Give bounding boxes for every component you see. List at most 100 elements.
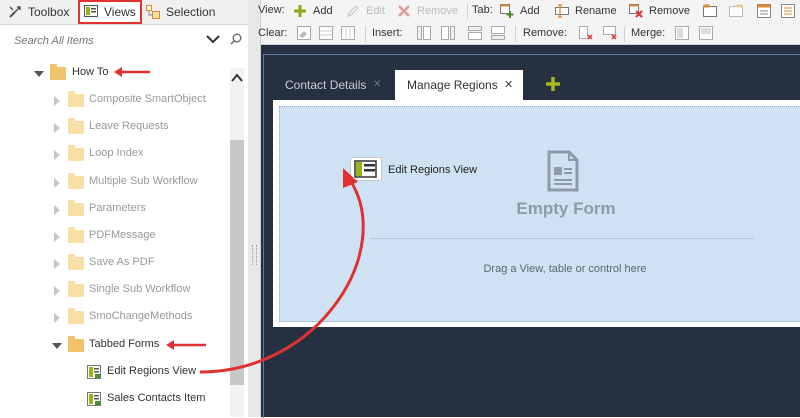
folder-icon: [68, 336, 84, 352]
tab-selection[interactable]: Selection: [144, 2, 216, 22]
merge-group-label: Merge:: [631, 27, 666, 39]
remove-tab-icon: [629, 4, 643, 18]
insert-group-label: Insert:: [372, 27, 403, 39]
view-icon: [350, 157, 382, 181]
tree-item-leave-requests[interactable]: Leave Requests: [0, 117, 230, 139]
folder-icon: [68, 254, 84, 270]
expand-toggle[interactable]: [54, 123, 60, 133]
tree-item-sales-contacts-item[interactable]: Sales Contacts Item: [0, 389, 230, 411]
scroll-thumb[interactable]: [230, 140, 244, 385]
merge-right-icon[interactable]: [675, 26, 689, 40]
folder-icon: [68, 118, 84, 134]
merge-down-icon[interactable]: [699, 26, 713, 40]
chevron-up-icon[interactable]: [230, 72, 244, 84]
tab-toolbox[interactable]: Toolbox: [6, 2, 72, 22]
toolbar-divider: [515, 26, 516, 42]
tree-item-multiple-sub-workflow[interactable]: Multiple Sub Workflow: [0, 172, 230, 194]
view-edit-button[interactable]: Edit: [346, 2, 386, 20]
tab-toolbox-label: Toolbox: [28, 5, 70, 19]
tree-item-label: Tabbed Forms: [89, 338, 160, 350]
panel-splitter[interactable]: [248, 0, 261, 417]
left-panel: Toolbox Views Selection Search All Items…: [0, 0, 249, 417]
search-icon[interactable]: [230, 33, 242, 45]
add-tab-icon: [500, 4, 514, 18]
expand-toggle[interactable]: [34, 71, 44, 77]
tab-add-label: Add: [520, 5, 540, 17]
folder-icon: [68, 308, 84, 324]
clear-table-icon[interactable]: [341, 26, 355, 40]
remove-column-icon[interactable]: [579, 26, 593, 40]
drop-zone[interactable]: Edit Regions View Empty Form Drag a View…: [279, 106, 800, 322]
close-icon[interactable]: ✕: [373, 70, 381, 100]
move-tab-left-icon[interactable]: [703, 4, 717, 18]
view-add-button[interactable]: Add: [293, 2, 337, 20]
tree-item-parameters[interactable]: Parameters: [0, 199, 230, 221]
rename-icon: [555, 4, 569, 18]
splitter-grip[interactable]: [252, 245, 257, 265]
expand-toggle[interactable]: [54, 205, 60, 215]
tab-views-label: Views: [104, 5, 136, 19]
tree-item-label: PDFMessage: [89, 229, 156, 241]
clear-group-label: Clear:: [258, 27, 288, 39]
folder-icon: [68, 145, 84, 161]
tab-properties-icon[interactable]: [757, 4, 771, 18]
drop-zone-divider: [370, 238, 754, 239]
folder-icon: [68, 173, 84, 189]
tab-remove-button[interactable]: Remove: [629, 2, 695, 20]
tab-rename-button[interactable]: Rename: [555, 2, 617, 20]
view-remove-button[interactable]: Remove: [397, 2, 463, 20]
add-tab-plus-icon[interactable]: [545, 76, 561, 92]
folder-icon: [68, 227, 84, 243]
search-input[interactable]: [12, 31, 206, 51]
insert-row-above-icon[interactable]: [468, 26, 482, 40]
tree-item-composite-smartobject[interactable]: Composite SmartObject: [0, 90, 230, 112]
tree-item-pdfmessage[interactable]: PDFMessage: [0, 226, 230, 248]
tree-scrollbar[interactable]: [230, 68, 244, 417]
tab-manage-regions[interactable]: Manage Regions ✕: [395, 70, 523, 100]
close-icon: [398, 5, 410, 17]
expand-toggle[interactable]: [54, 178, 60, 188]
folder-icon: [50, 64, 66, 80]
expand-toggle[interactable]: [52, 343, 62, 349]
empty-form-title: Empty Form: [516, 199, 616, 218]
tab-remove-label: Remove: [649, 5, 690, 17]
tree-item-single-sub-workflow[interactable]: Single Sub Workflow: [0, 280, 230, 302]
expand-toggle[interactable]: [54, 259, 60, 269]
panel-tabs: Toolbox Views Selection: [0, 0, 248, 25]
tree-item-save-as-pdf[interactable]: Save As PDF: [0, 253, 230, 275]
document-icon: [547, 150, 579, 192]
move-tab-right-icon[interactable]: [729, 4, 743, 18]
toolbar-divider: [624, 26, 625, 42]
clear-cell-icon[interactable]: [297, 26, 311, 40]
tree-item-label: SmoChangeMethods: [89, 310, 193, 322]
close-icon[interactable]: ✕: [504, 70, 513, 100]
tab-group-label: Tab:: [472, 4, 493, 16]
dropped-view-item[interactable]: Edit Regions View: [350, 155, 490, 185]
view-remove-label: Remove: [417, 5, 458, 17]
insert-column-left-icon[interactable]: [417, 26, 431, 40]
annotation-arrow-icon: [114, 67, 150, 77]
form-body: Edit Regions View Empty Form Drag a View…: [273, 100, 800, 327]
tab-views[interactable]: Views: [78, 0, 142, 24]
expand-toggle[interactable]: [54, 96, 60, 106]
view-group-label: View:: [258, 4, 285, 16]
chevron-down-icon[interactable]: [206, 34, 220, 44]
insert-row-below-icon[interactable]: [491, 26, 505, 40]
remove-row-icon[interactable]: [603, 26, 617, 40]
tab-contact-details[interactable]: Contact Details ✕: [273, 70, 393, 100]
tree-item-smochangemethods[interactable]: SmoChangeMethods: [0, 307, 230, 329]
expand-toggle[interactable]: [54, 286, 60, 296]
expand-toggle[interactable]: [54, 232, 60, 242]
expand-toggle[interactable]: [54, 313, 60, 323]
tab-label: Contact Details: [285, 78, 367, 92]
tree-item-loop-index[interactable]: Loop Index: [0, 144, 230, 166]
view-icon: [84, 5, 98, 17]
tree-item-edit-regions-view[interactable]: Edit Regions View: [0, 362, 230, 384]
view-edit-label: Edit: [366, 5, 385, 17]
clear-row-icon[interactable]: [319, 26, 333, 40]
insert-column-right-icon[interactable]: [441, 26, 455, 40]
tree-item-label: Sales Contacts Item: [107, 392, 206, 404]
expand-toggle[interactable]: [54, 150, 60, 160]
tab-add-button[interactable]: Add: [500, 2, 544, 20]
tab-settings-icon[interactable]: [781, 4, 795, 18]
